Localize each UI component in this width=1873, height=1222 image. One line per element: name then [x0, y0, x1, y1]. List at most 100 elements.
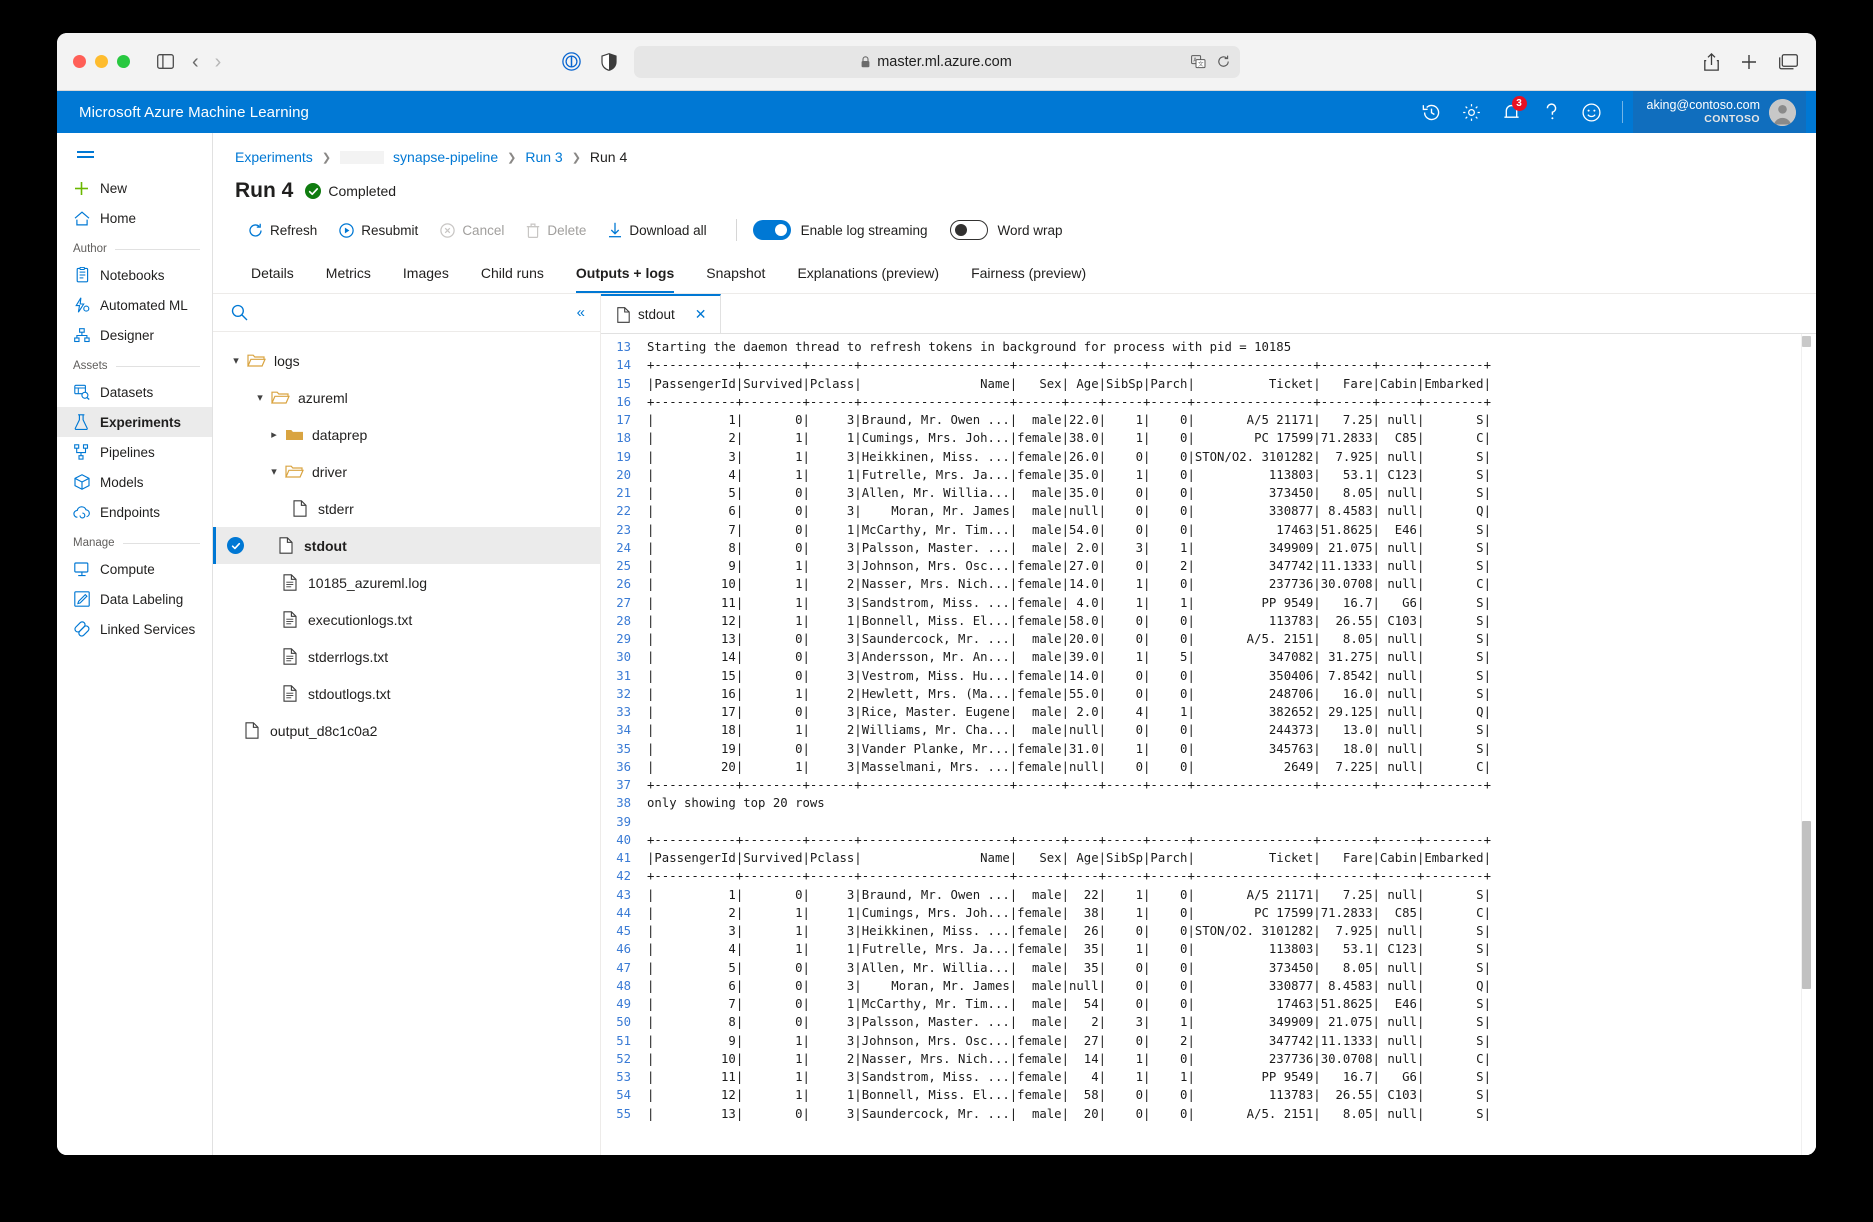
maximize-window-button[interactable]	[117, 55, 130, 68]
tree-node-driver[interactable]: ▾ driver	[213, 453, 600, 490]
log-tab-stdout[interactable]: stdout ✕	[601, 294, 721, 333]
search-icon[interactable]	[231, 304, 248, 321]
tree-node-stderr[interactable]: stderr	[213, 490, 600, 527]
address-bar[interactable]: master.ml.azure.com A文	[634, 46, 1240, 78]
settings-gear-icon[interactable]	[1452, 91, 1492, 133]
sidebar-item-designer[interactable]: Designer	[57, 320, 212, 350]
word-wrap-toggle[interactable]	[950, 220, 988, 240]
avatar	[1769, 99, 1796, 126]
tree-node-label: driver	[312, 464, 347, 480]
scrollbar-thumb[interactable]	[1802, 821, 1811, 989]
tree-node-10185-azureml-log[interactable]: 10185_azureml.log	[213, 564, 600, 601]
sidebar-item-automated-ml[interactable]: Automated ML	[57, 290, 212, 320]
log-line-text: | 13| 0| 3|Saundercock, Mr. ...| male|20…	[647, 630, 1816, 648]
tree-node-stdout[interactable]: stdout	[213, 527, 600, 564]
history-icon[interactable]	[1412, 91, 1452, 133]
log-content-area[interactable]: 13Starting the daemon thread to refresh …	[601, 334, 1816, 1155]
breadcrumb-synapse-pipeline[interactable]: synapse-pipeline	[393, 149, 498, 165]
log-line: 26| 10| 1| 2|Nasser, Mrs. Nich...|female…	[601, 575, 1816, 593]
notifications-bell-icon[interactable]: 3	[1492, 91, 1532, 133]
sidebar-item-linked-services[interactable]: Linked Services	[57, 614, 212, 644]
help-question-icon[interactable]	[1532, 91, 1572, 133]
file-text-icon	[279, 685, 301, 702]
refresh-button[interactable]: Refresh	[239, 218, 330, 243]
section-divider	[123, 543, 200, 544]
translate-icon[interactable]: A文	[1191, 55, 1206, 69]
log-line-text: +-----------+--------+------+-----------…	[647, 776, 1816, 794]
tab-fairness[interactable]: Fairness (preview)	[955, 259, 1102, 293]
chevron-down-icon[interactable]: ▾	[251, 391, 269, 404]
sidebar-item-label: Linked Services	[100, 622, 195, 637]
new-tab-icon[interactable]	[1741, 54, 1757, 70]
sidebar-item-datasets[interactable]: Datasets	[57, 377, 212, 407]
sidebar-item-notebooks[interactable]: Notebooks	[57, 260, 212, 290]
sidebar-item-pipelines[interactable]: Pipelines	[57, 437, 212, 467]
log-line-number: 37	[601, 776, 647, 794]
download-all-button[interactable]: Download all	[599, 217, 719, 243]
feedback-smiley-icon[interactable]	[1572, 91, 1612, 133]
log-tab-label: stdout	[638, 307, 675, 322]
sidebar-item-label: Models	[100, 475, 144, 490]
log-line: 48| 6| 0| 3| Moran, Mr. James| male|null…	[601, 977, 1816, 995]
tree-node-output-d8c1c0a2[interactable]: output_d8c1c0a2	[213, 712, 600, 749]
account-email: aking@contoso.com	[1647, 98, 1760, 114]
close-icon[interactable]: ✕	[695, 306, 707, 323]
tree-node-dataprep[interactable]: ▸ dataprep	[213, 416, 600, 453]
resubmit-button[interactable]: Resubmit	[330, 218, 431, 243]
collapse-panel-icon[interactable]: «	[577, 304, 582, 321]
tree-node-stderrlogs-txt[interactable]: stderrlogs.txt	[213, 638, 600, 675]
tab-metrics[interactable]: Metrics	[310, 259, 387, 293]
close-window-button[interactable]	[73, 55, 86, 68]
tab-child-runs[interactable]: Child runs	[465, 259, 560, 293]
tab-outputs-logs[interactable]: Outputs + logs	[560, 259, 690, 293]
tab-snapshot[interactable]: Snapshot	[690, 259, 781, 293]
sidebar-item-label: Notebooks	[100, 268, 165, 283]
tree-node-stdoutlogs-txt[interactable]: stdoutlogs.txt	[213, 675, 600, 712]
log-line: 55| 13| 0| 3|Saundercock, Mr. ...| male|…	[601, 1105, 1816, 1123]
breadcrumb-experiments[interactable]: Experiments	[235, 149, 313, 165]
chevron-down-icon[interactable]: ▾	[227, 354, 245, 367]
tree-node-executionlogs-txt[interactable]: executionlogs.txt	[213, 601, 600, 638]
tree-node-logs[interactable]: ▾ logs	[213, 342, 600, 379]
tree-node-azureml[interactable]: ▾ azureml	[213, 379, 600, 416]
breadcrumb-run-3[interactable]: Run 3	[525, 149, 562, 165]
share-icon[interactable]	[1704, 53, 1719, 71]
menu-icon[interactable]	[57, 141, 212, 173]
sidebar-item-label: Pipelines	[100, 445, 155, 460]
log-line-number: 35	[601, 740, 647, 758]
sidebar-section-assets: Assets	[57, 350, 212, 377]
chevron-right-icon[interactable]: ▸	[265, 428, 283, 441]
log-viewer-panel: stdout ✕ 13Starting the daemon thread to…	[601, 294, 1816, 1155]
sidebar-item-models[interactable]: Models	[57, 467, 212, 497]
back-arrow-icon[interactable]: ‹	[192, 52, 199, 72]
reload-icon[interactable]	[1217, 55, 1230, 68]
log-line-number: 38	[601, 794, 647, 812]
tab-details[interactable]: Details	[235, 259, 310, 293]
forward-arrow-icon[interactable]: ›	[215, 52, 222, 72]
privacy-shield-icon[interactable]	[601, 53, 617, 71]
sidebar-toggle-icon[interactable]	[152, 49, 178, 75]
account-menu[interactable]: aking@contoso.com CONTOSO	[1633, 91, 1806, 133]
tab-explanations[interactable]: Explanations (preview)	[781, 259, 955, 293]
svg-text:文: 文	[1198, 59, 1204, 67]
sidebar-item-new[interactable]: New	[57, 173, 212, 203]
log-line-number: 26	[601, 575, 647, 593]
linked-services-icon	[73, 621, 90, 638]
minimize-window-button[interactable]	[95, 55, 108, 68]
sidebar-item-data-labeling[interactable]: Data Labeling	[57, 584, 212, 614]
reader-mode-icon[interactable]	[562, 52, 581, 71]
show-tabs-icon[interactable]	[1779, 54, 1798, 70]
sidebar-section-author: Author	[57, 233, 212, 260]
sidebar-item-endpoints[interactable]: Endpoints	[57, 497, 212, 527]
sidebar-item-compute[interactable]: Compute	[57, 554, 212, 584]
log-line-text: | 10| 1| 2|Nasser, Mrs. Nich...|female|1…	[647, 575, 1816, 593]
sidebar-item-home[interactable]: Home	[57, 203, 212, 233]
sidebar-item-experiments[interactable]: Experiments	[57, 407, 212, 437]
word-wrap-toggle-group: Word wrap	[950, 220, 1063, 240]
scrollbar-track[interactable]	[1801, 334, 1812, 1155]
tab-images[interactable]: Images	[387, 259, 465, 293]
enable-log-streaming-toggle[interactable]	[753, 220, 791, 240]
log-vertical-scrollbar[interactable]	[1801, 334, 1812, 1155]
chevron-down-icon[interactable]: ▾	[265, 465, 283, 478]
breadcrumb-run-4: Run 4	[590, 149, 627, 165]
